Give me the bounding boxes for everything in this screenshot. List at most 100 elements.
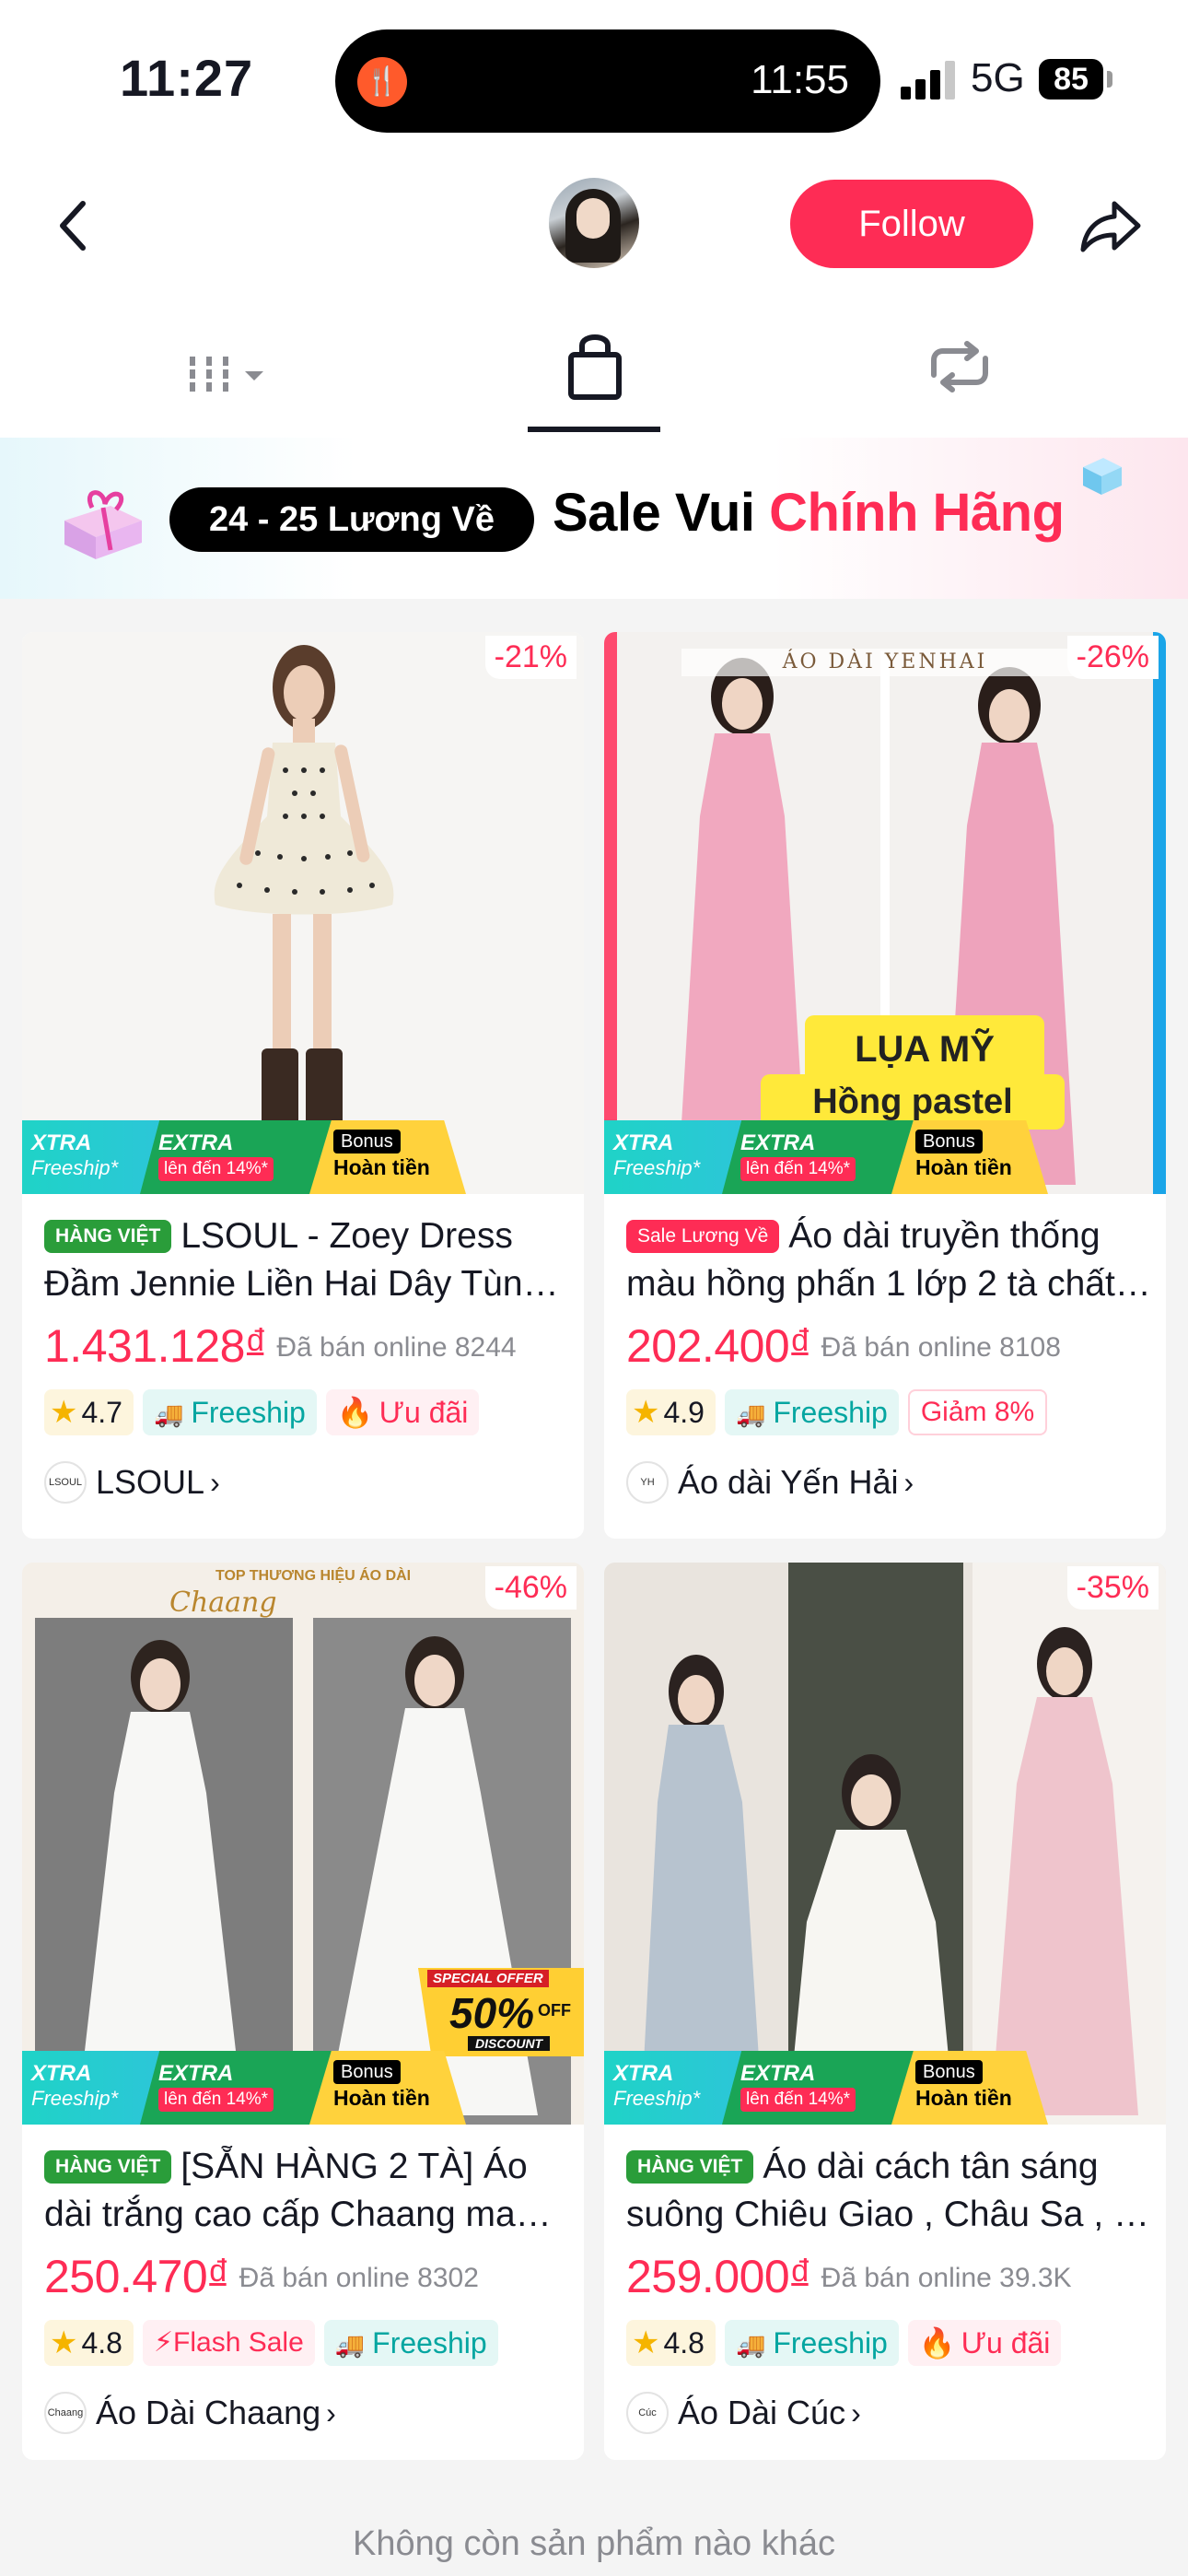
- share-button[interactable]: [1077, 193, 1144, 259]
- follow-button[interactable]: Follow: [790, 180, 1033, 268]
- promo-strip: XTRA Freeship* EXTRA lên đến 14%* Bonus Hoà…: [22, 1120, 584, 1194]
- battery-cap: [1107, 71, 1112, 88]
- avatar[interactable]: [549, 178, 639, 268]
- product-card[interactable]: -21% XTRA Freeship* EXTRA lên đến 14%* Bon…: [22, 632, 584, 1539]
- flame-icon: 🔥: [336, 1396, 374, 1429]
- lightning-icon: ⚡: [153, 2327, 174, 2358]
- chevron-right-icon: ›: [903, 1465, 914, 1499]
- banner-title: Sale Vui Chính Hãng: [553, 483, 1065, 543]
- product-title[interactable]: HÀNG VIỆT [SẴN HÀNG 2 TÀ] Áo dài trắng ca…: [44, 2143, 569, 2239]
- discount-percent-badge: Giảm 8%: [907, 1389, 1048, 1435]
- badge-row: ★ 4.8 ⚡Flash Sale 🚚 Freeship: [44, 2320, 578, 2371]
- tab-shop[interactable]: [483, 290, 704, 438]
- shop-link[interactable]: Chaang Áo Dài Chaang ›: [44, 2392, 336, 2438]
- hang-viet-tag: HÀNG VIỆT: [44, 2150, 172, 2184]
- gift-box-icon: [64, 490, 142, 559]
- banner-date-pill: 24 - 25 Lương Về: [169, 487, 534, 552]
- price: 250.470đ: [44, 2251, 227, 2302]
- freeship-badge: 🚚 Freeship: [724, 1389, 899, 1435]
- shop-link[interactable]: YH Áo dài Yến Hải ›: [626, 1461, 914, 1507]
- product-title[interactable]: HÀNG VIỆT LSOUL - Zoey Dress Đầm Jennie L…: [44, 1212, 569, 1308]
- shop-name: LSOUL: [96, 1463, 205, 1501]
- hang-viet-tag: HÀNG VIỆT: [626, 2150, 754, 2184]
- star-icon: ★: [50, 2325, 78, 2360]
- image-logo-text: Chaang: [169, 1587, 277, 1619]
- star-icon: ★: [632, 2325, 660, 2360]
- sold-count: Đã bán online 8244: [276, 1332, 517, 1363]
- food-app-icon: 🍴: [357, 57, 407, 107]
- image-label-1: LỤA MỸ: [805, 1015, 1044, 1083]
- badge-row: ★ 4.9 🚚 Freeship Giảm 8%: [626, 1389, 1160, 1441]
- star-icon: ★: [632, 1395, 660, 1430]
- dress-illustration: [214, 645, 394, 1131]
- flash-sale-badge: ⚡Flash Sale: [142, 2320, 315, 2366]
- price: 202.400đ: [626, 1320, 809, 1372]
- badge-row: ★ 4.8 🚚 Freeship 🔥 Ưu đãi: [626, 2320, 1160, 2371]
- shop-logo: Chaang: [44, 2392, 87, 2434]
- dynamic-island[interactable]: 🍴 11:55: [335, 29, 880, 133]
- promo-strip: XTRA Freeship* EXTRA lên đến 14%* Bonus Hoà…: [604, 2051, 1166, 2125]
- tab-active-indicator: [528, 427, 660, 432]
- product-card[interactable]: ÁO DÀI YENHAI LỤA MỸ Hồng pastel -26% XT…: [604, 632, 1166, 1539]
- truck-icon: 🚚: [153, 1400, 184, 1428]
- status-bar: 11:27 🍴 11:55 5G 85: [0, 0, 1188, 161]
- shop-logo: Cúc: [626, 2392, 669, 2434]
- sold-count: Đã bán online 39.3K: [821, 2263, 1072, 2293]
- price: 1.431.128đ: [44, 1320, 264, 1372]
- shop-name: Áo Dài Chaang: [96, 2394, 321, 2431]
- discount-badge: -35%: [1066, 1566, 1159, 1610]
- hang-viet-tag: HÀNG VIỆT: [44, 1220, 172, 1253]
- deal-badge: 🔥 Ưu đãi: [325, 1389, 480, 1435]
- flame-icon: 🔥: [918, 2326, 956, 2359]
- chevron-right-icon: ›: [851, 2395, 861, 2430]
- price: 259.000đ: [626, 2251, 809, 2302]
- discount-badge: -21%: [484, 636, 577, 679]
- star-icon: ★: [50, 1395, 78, 1430]
- price-row: 250.470đ Đã bán online 8302: [44, 2250, 578, 2303]
- end-of-list-text: Không còn sản phẩm nào khác: [353, 2524, 835, 2563]
- tab-videos[interactable]: [118, 290, 339, 438]
- shop-link[interactable]: LSOUL LSOUL ›: [44, 1461, 220, 1507]
- freeship-badge: 🚚 Freeship: [724, 2320, 899, 2366]
- back-button[interactable]: [44, 189, 109, 263]
- promo-strip: XTRA Freeship* EXTRA lên đến 14%* Bonus Hoà…: [604, 1120, 1166, 1194]
- grid-columns-icon: [190, 357, 263, 392]
- badge-row: ★ 4.7 🚚 Freeship 🔥 Ưu đãi: [44, 1389, 578, 1441]
- truck-icon: 🚚: [735, 2331, 766, 2359]
- shopping-bag-icon: [568, 334, 622, 400]
- shop-link[interactable]: Cúc Áo Dài Cúc ›: [626, 2392, 861, 2438]
- chevron-right-icon: ›: [210, 1465, 220, 1499]
- product-image[interactable]: -35% XTRA Freeship* EXTRA lên đến 14%* Bon…: [604, 1563, 1166, 2125]
- repost-icon: [931, 341, 988, 392]
- product-card[interactable]: TOP THƯƠNG HIỆU ÁO DÀI Chaang SPECIAL OF…: [22, 1563, 584, 2460]
- rating-badge: ★ 4.8: [44, 2320, 134, 2366]
- tab-repost[interactable]: [849, 290, 1070, 438]
- product-card[interactable]: -35% XTRA Freeship* EXTRA lên đến 14%* Bon…: [604, 1563, 1166, 2460]
- discount-badge: -46%: [484, 1566, 577, 1610]
- image-brand-text: TOP THƯƠNG HIỆU ÁO DÀI: [215, 1568, 412, 1584]
- cube-decoration-icon: [1083, 458, 1122, 495]
- island-time: 11:55: [751, 57, 849, 102]
- product-title[interactable]: HÀNG VIỆT Áo dài cách tân sáng suông Chiê…: [626, 2143, 1151, 2239]
- rating-badge: ★ 4.8: [626, 2320, 716, 2366]
- share-arrow-icon: [1080, 201, 1141, 252]
- truck-icon: 🚚: [334, 2331, 366, 2359]
- special-offer-sticker: SPECIAL OFFER 50% OFF DISCOUNT: [418, 1968, 584, 2056]
- shop-logo: LSOUL: [44, 1461, 87, 1504]
- shop-name: Áo Dài Cúc: [678, 2394, 846, 2431]
- image-brand-text: ÁO DÀI YENHAI: [782, 650, 988, 673]
- battery-icon: 85: [1039, 59, 1103, 100]
- sale-banner[interactable]: 24 - 25 Lương Về Sale Vui Chính Hãng: [0, 438, 1188, 599]
- chevron-left-icon: [60, 201, 86, 251]
- product-image[interactable]: -21% XTRA Freeship* EXTRA lên đến 14%* Bon…: [22, 632, 584, 1194]
- sale-tag: Sale Lương Về: [626, 1220, 780, 1253]
- network-label: 5G: [971, 55, 1025, 100]
- promo-strip: XTRA Freeship* EXTRA lên đến 14%* Bonus Hoà…: [22, 2051, 584, 2125]
- status-time: 11:27: [120, 49, 254, 107]
- discount-badge: -26%: [1066, 636, 1159, 679]
- product-image[interactable]: TOP THƯƠNG HIỆU ÁO DÀI Chaang SPECIAL OF…: [22, 1563, 584, 2125]
- product-title[interactable]: Sale Lương Về Áo dài truyền thống màu hồn…: [626, 1212, 1151, 1308]
- rating-badge: ★ 4.7: [44, 1389, 134, 1435]
- price-row: 259.000đ Đã bán online 39.3K: [626, 2250, 1160, 2303]
- product-image[interactable]: ÁO DÀI YENHAI LỤA MỸ Hồng pastel -26% XT…: [604, 632, 1166, 1194]
